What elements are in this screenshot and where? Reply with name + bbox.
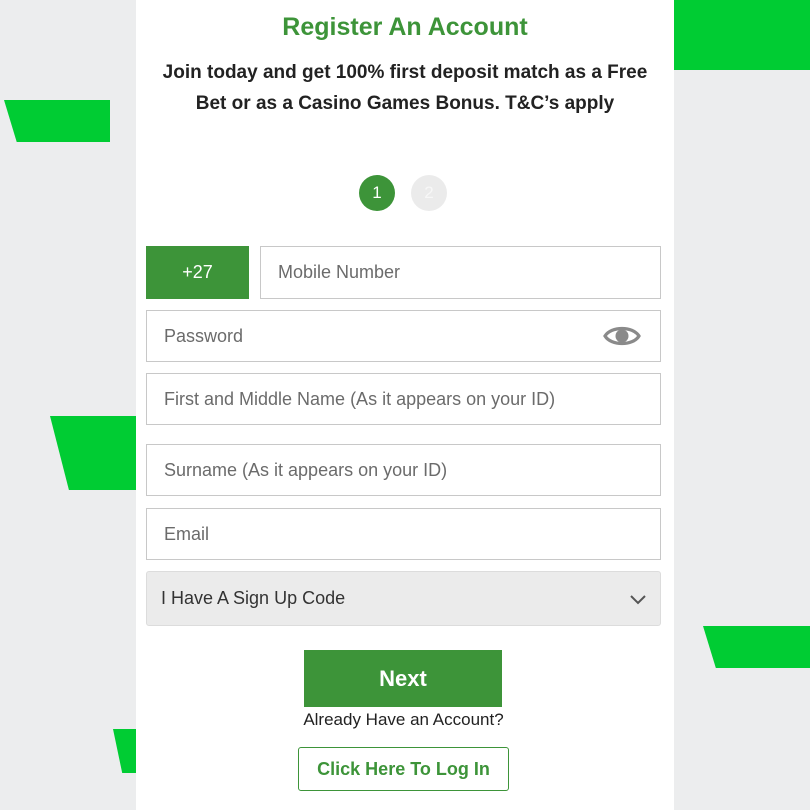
step-indicator: 1 2 [136,175,674,211]
surname-input[interactable]: Surname (As it appears on your ID) [146,444,661,496]
registration-panel: Register An Account Join today and get 1… [136,0,674,810]
chevron-down-icon [630,595,646,605]
step-2-indicator: 2 [411,175,447,211]
country-code-button[interactable]: +27 [146,246,249,299]
decorative-green-shape [674,0,810,70]
mobile-number-input[interactable]: Mobile Number [260,246,661,299]
step-1-indicator: 1 [359,175,395,211]
signup-code-label: I Have A Sign Up Code [161,588,346,608]
password-input[interactable]: Password [146,310,661,362]
next-button[interactable]: Next [304,650,502,707]
email-input[interactable]: Email [146,508,661,560]
first-name-placeholder: First and Middle Name (As it appears on … [164,388,556,409]
decorative-green-shape [50,416,136,490]
decorative-green-shape [4,100,110,142]
login-button[interactable]: Click Here To Log In [298,747,509,791]
promo-subtitle: Join today and get 100% first deposit ma… [162,62,648,114]
email-placeholder: Email [164,523,210,544]
page-title: Register An Account [282,13,528,41]
decorative-green-shape [113,729,136,773]
first-name-input[interactable]: First and Middle Name (As it appears on … [146,373,661,425]
surname-placeholder: Surname (As it appears on your ID) [164,459,448,480]
decorative-green-shape [703,626,810,668]
already-have-account-text: Already Have an Account? [303,710,504,729]
signup-code-select[interactable]: I Have A Sign Up Code [146,571,661,626]
password-placeholder: Password [164,325,244,346]
eye-icon[interactable] [603,322,641,350]
mobile-number-placeholder: Mobile Number [278,262,401,282]
